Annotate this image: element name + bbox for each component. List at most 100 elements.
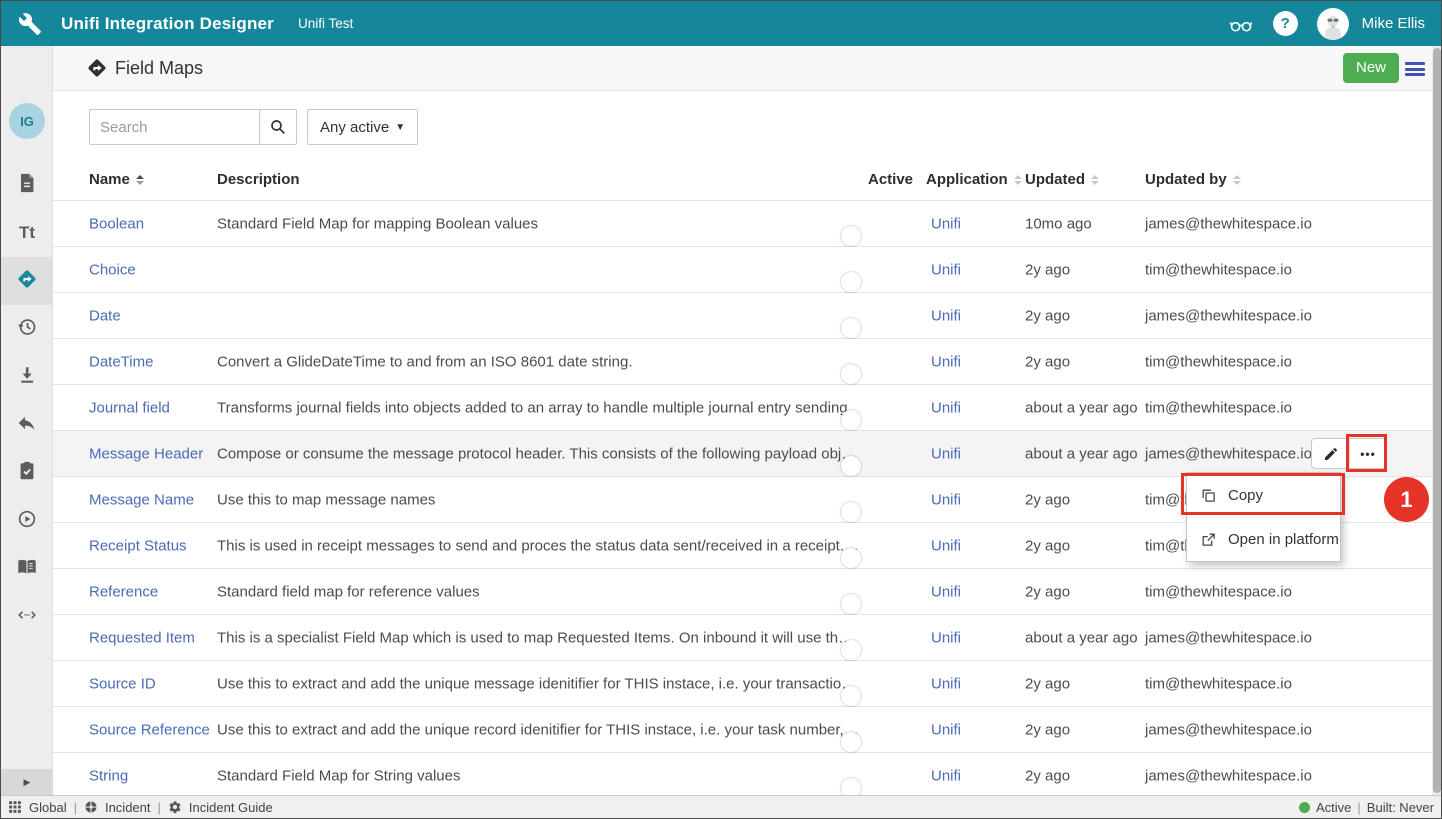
collapse-arrow-icon: ▶ — [24, 777, 31, 788]
fieldmap-name-link[interactable]: String — [89, 767, 128, 784]
menu-item-copy[interactable]: Copy — [1187, 473, 1340, 517]
updated-value: 2y ago — [1025, 307, 1070, 324]
workspace-name[interactable]: Unifi Test — [298, 16, 353, 31]
statusbar-module[interactable]: Incident Guide — [189, 800, 273, 815]
field-maps-header-icon — [86, 57, 108, 79]
fieldmap-name-link[interactable]: Boolean — [89, 215, 144, 232]
updated-value: 2y ago — [1025, 767, 1070, 784]
fieldmap-name-link[interactable]: DateTime — [89, 353, 153, 370]
sidebar: IG Tt ▶ — [1, 46, 53, 795]
statusbar-scope[interactable]: Global — [29, 800, 67, 815]
statusbar: Global | Incident | Incident Guide Activ… — [1, 795, 1441, 818]
application-link[interactable]: Unifi — [931, 537, 961, 554]
toggle-knob — [841, 318, 861, 338]
updated-by-value: james@thewhitespace.io — [1145, 445, 1312, 462]
sidebar-item-field-maps[interactable] — [1, 257, 53, 305]
main-content: Field Maps New Any active ▼ Name Descrip… — [53, 46, 1441, 795]
app-window: Unifi Integration Designer Unifi Test ? … — [0, 0, 1442, 819]
application-link[interactable]: Unifi — [931, 629, 961, 646]
separator: | — [74, 800, 77, 815]
search-input[interactable] — [89, 109, 259, 145]
fieldmap-name-link[interactable]: Requested Item — [89, 629, 195, 646]
statusbar-application[interactable]: Incident — [105, 800, 151, 815]
scrollbar-thumb[interactable] — [1433, 48, 1441, 793]
sidebar-collapse-button[interactable]: ▶ — [1, 769, 53, 795]
fieldmap-name-link[interactable]: Receipt Status — [89, 537, 187, 554]
column-header-application[interactable]: Application — [926, 171, 1022, 188]
sort-icon — [1233, 175, 1241, 185]
sidebar-item-text-styles[interactable]: Tt — [1, 209, 53, 257]
filter-label: Any active — [320, 119, 389, 136]
sidebar-item-run[interactable] — [1, 497, 53, 545]
integration-avatar[interactable]: IG — [9, 103, 45, 139]
more-actions-button[interactable]: ••• — [1349, 439, 1386, 468]
sidebar-item-knowledge[interactable] — [1, 545, 53, 593]
toggle-knob — [841, 778, 861, 796]
sidebar-item-documents[interactable] — [1, 161, 53, 209]
search-button[interactable] — [259, 109, 297, 145]
help-icon[interactable]: ? — [1273, 11, 1298, 36]
fieldmap-description: Standard field map for reference values — [217, 583, 861, 600]
application-link[interactable]: Unifi — [931, 675, 961, 692]
fieldmap-name-link[interactable]: Date — [89, 307, 121, 324]
fieldmap-description: Use this to map message names — [217, 491, 861, 508]
vertical-scrollbar[interactable] — [1432, 46, 1442, 795]
sidebar-item-tasks[interactable] — [1, 449, 53, 497]
fieldmap-name-link[interactable]: Reference — [89, 583, 158, 600]
sidebar-item-reply[interactable] — [1, 401, 53, 449]
fieldmap-name-link[interactable]: Message Name — [89, 491, 194, 508]
sidebar-item-history[interactable] — [1, 305, 53, 353]
application-link[interactable]: Unifi — [931, 583, 961, 600]
column-header-updated[interactable]: Updated — [1025, 171, 1099, 188]
application-link[interactable]: Unifi — [931, 399, 961, 416]
page-header: Field Maps New — [53, 46, 1441, 91]
fieldmap-name-link[interactable]: Source ID — [89, 675, 156, 692]
edit-button[interactable] — [1312, 439, 1349, 468]
new-button[interactable]: New — [1343, 53, 1399, 83]
grid-icon — [8, 800, 22, 814]
menu-item-open-in-platform[interactable]: Open in platform — [1187, 517, 1340, 561]
fieldmap-name-link[interactable]: Choice — [89, 261, 136, 278]
application-link[interactable]: Unifi — [931, 721, 961, 738]
table-row: Message Header Compose or consume the me… — [53, 431, 1441, 477]
app-title: Unifi Integration Designer — [61, 14, 274, 34]
sidebar-item-download[interactable] — [1, 353, 53, 401]
fieldmap-description: This is used in receipt messages to send… — [217, 537, 861, 554]
gear-icon — [168, 800, 182, 814]
toggle-knob — [841, 686, 861, 706]
column-header-name[interactable]: Name — [89, 171, 144, 188]
fieldmap-description: Use this to extract and add the unique r… — [217, 721, 861, 738]
fieldmap-name-link[interactable]: Source Reference — [89, 721, 210, 738]
table-row: String Standard Field Map for String val… — [53, 753, 1441, 795]
annotation-step-badge: 1 — [1384, 477, 1429, 522]
user-avatar[interactable] — [1317, 8, 1349, 40]
application-link[interactable]: Unifi — [931, 307, 961, 324]
application-link[interactable]: Unifi — [931, 445, 961, 462]
fieldmap-name-link[interactable]: Message Header — [89, 445, 203, 462]
updated-value: about a year ago — [1025, 629, 1138, 646]
user-name[interactable]: Mike Ellis — [1362, 15, 1425, 32]
menu-icon[interactable] — [1405, 62, 1425, 76]
column-header-updated-by[interactable]: Updated by — [1145, 171, 1241, 188]
table-row: Boolean Standard Field Map for mapping B… — [53, 201, 1441, 247]
wrench-icon — [18, 12, 42, 36]
application-link[interactable]: Unifi — [931, 261, 961, 278]
application-link[interactable]: Unifi — [931, 353, 961, 370]
application-link[interactable]: Unifi — [931, 491, 961, 508]
application-link[interactable]: Unifi — [931, 767, 961, 784]
application-link[interactable]: Unifi — [931, 215, 961, 232]
page-title: Field Maps — [115, 46, 203, 91]
toggle-knob — [841, 502, 861, 522]
fieldmap-name-link[interactable]: Journal field — [89, 399, 170, 416]
text-style-icon: Tt — [19, 223, 35, 243]
updated-by-value: tim@thewhitespace.io — [1145, 583, 1292, 600]
run-icon — [16, 508, 38, 535]
reply-icon — [16, 412, 38, 439]
updated-value: about a year ago — [1025, 445, 1138, 462]
row-action-group: ••• — [1311, 438, 1387, 469]
sidebar-item-code[interactable] — [1, 593, 53, 641]
document-icon — [16, 172, 38, 199]
active-filter-dropdown[interactable]: Any active ▼ — [307, 109, 418, 145]
field-maps-icon — [16, 268, 38, 295]
preview-glasses-icon[interactable] — [1228, 11, 1254, 37]
